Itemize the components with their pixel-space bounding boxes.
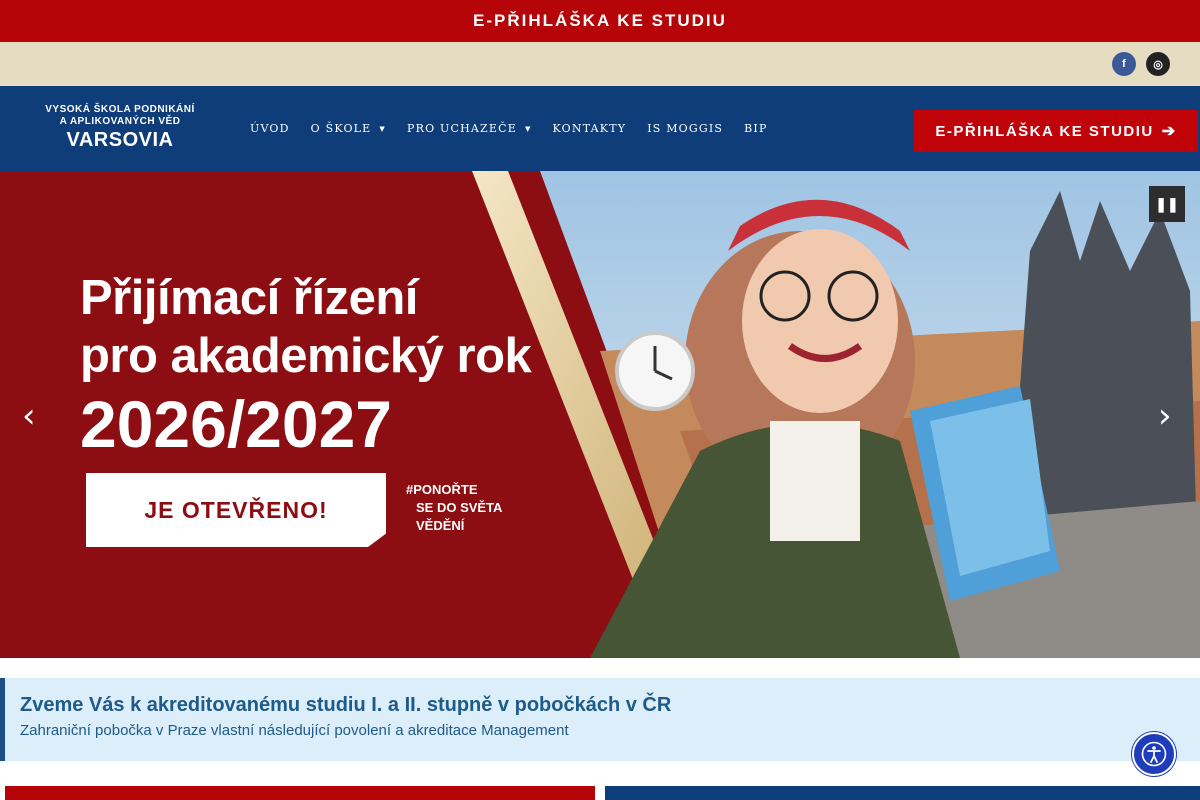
open-badge: JE OTEVŘENO! [86, 473, 386, 547]
nav-item-bip[interactable]: BIP [744, 122, 767, 135]
accessibility-icon[interactable] [1132, 732, 1176, 776]
nav-item-o-skole[interactable]: O ŠKOLE ▼ [311, 122, 386, 135]
site-logo[interactable]: VYSOKÁ ŠKOLA PODNIKÁNÍ A APLIKOVANÝCH VĚ… [30, 104, 210, 152]
top-application-link[interactable]: E-PŘIHLÁŠKA KE STUDIU [473, 11, 727, 31]
nav-item-label: PRO UCHAZEČE [407, 122, 517, 135]
red-card[interactable] [5, 786, 595, 800]
hashtag-line-1: #PONOŘTE [406, 482, 478, 497]
next-slide-icon[interactable]: › [1158, 396, 1172, 436]
logo-line-1: VYSOKÁ ŠKOLA PODNIKÁNÍ [45, 104, 195, 115]
blue-card[interactable] [605, 786, 1200, 800]
nav-item-label: ÚVOD [250, 122, 290, 135]
hero-slider: Přijímací řízení pro akademický rok 2026… [0, 171, 1200, 658]
hero-year: 2026/2027 [80, 387, 392, 461]
accessibility-figure-icon [1141, 741, 1167, 767]
arrow-right-icon: ➔ [1161, 123, 1177, 140]
info-text: Zahraniční pobočka v Praze vlastní násle… [20, 722, 569, 739]
nav-item-label: BIP [744, 122, 768, 135]
nav-item-kontakty[interactable]: KONTAKTY [553, 122, 627, 135]
hashtag-text: #PONOŘTE SE DO SVĚTA VĚDĚNÍ [406, 481, 502, 535]
pause-icon[interactable]: ❚❚ [1149, 186, 1185, 222]
prev-slide-icon[interactable]: ‹ [22, 396, 36, 436]
nav-item-label: O ŠKOLE [310, 122, 372, 135]
hero-line-1: Přijímací řízení [80, 271, 418, 325]
chevron-down-icon: ▼ [524, 124, 532, 133]
open-badge-label: JE OTEVŘENO! [144, 496, 328, 523]
facebook-icon[interactable]: f [1112, 52, 1136, 76]
info-box: Zveme Vás k akreditovanému studiu I. a I… [0, 678, 1200, 761]
main-nav: ÚVOD O ŠKOLE ▼ PRO UCHAZEČE ▼ KONTAKTY I… [250, 86, 789, 171]
nav-item-is-moggis[interactable]: IS MOGGIS [647, 122, 723, 135]
top-announcement-bar: E-PŘIHLÁŠKA KE STUDIU [0, 0, 1200, 42]
hashtag-line-3: VĚDĚNÍ [416, 518, 465, 533]
hero-line-2: pro akademický rok [80, 329, 532, 383]
nav-item-uvod[interactable]: ÚVOD [250, 122, 290, 135]
main-header: VYSOKÁ ŠKOLA PODNIKÁNÍ A APLIKOVANÝCH VĚ… [0, 86, 1200, 171]
info-title: Zveme Vás k akreditovanému studiu I. a I… [20, 694, 672, 716]
instagram-icon[interactable]: ◎ [1146, 52, 1170, 76]
nav-item-label: IS MOGGIS [647, 122, 724, 135]
cta-label: E-PŘIHLÁŠKA KE STUDIU [935, 122, 1154, 140]
hero-headline: Přijímací řízení pro akademický rok 2026… [80, 269, 532, 463]
logo-line-2: A APLIKOVANÝCH VĚD [59, 116, 181, 127]
nav-item-label: KONTAKTY [552, 122, 627, 135]
chevron-down-icon: ▼ [379, 124, 386, 133]
hashtag-line-2: SE DO SVĚTA [416, 500, 503, 515]
social-bar: f ◎ [0, 42, 1200, 86]
nav-item-pro-uchazece[interactable]: PRO UCHAZEČE ▼ [407, 122, 532, 135]
logo-line-3: VARSOVIA [66, 129, 174, 151]
application-cta-button[interactable]: E-PŘIHLÁŠKA KE STUDIU ➔ [914, 110, 1198, 152]
